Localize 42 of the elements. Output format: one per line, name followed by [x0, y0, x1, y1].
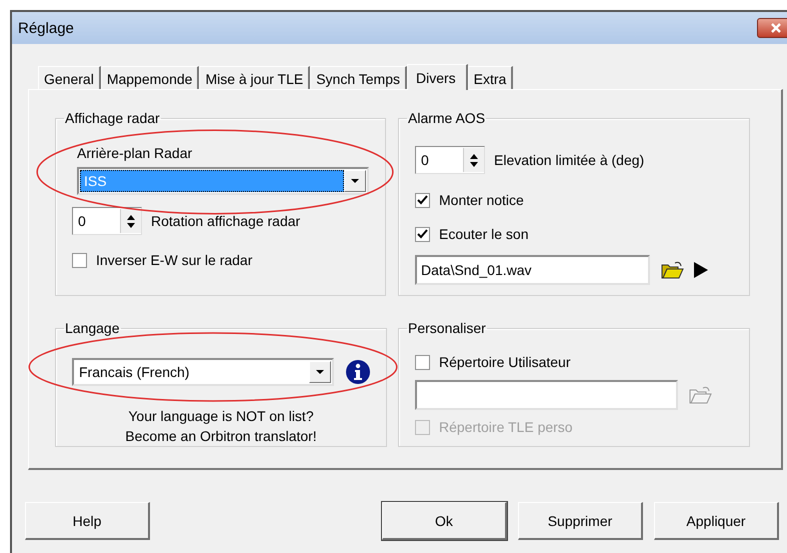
spin-label: Elevation limitée à (deg)	[494, 152, 644, 168]
checkbox-label: Ecouter le son	[439, 226, 528, 242]
tab[interactable]: Extra	[468, 66, 514, 89]
group-title: Alarme AOS	[407, 110, 486, 126]
group-title: Affichage radar	[64, 110, 161, 126]
checkbox[interactable]	[415, 192, 430, 208]
dropdown[interactable]: Francais (French)	[72, 358, 334, 386]
checkbox-label: Répertoire Utilisateur	[439, 354, 570, 370]
tab[interactable]: Divers	[407, 64, 468, 90]
dialog-button[interactable]: Help	[25, 502, 150, 540]
window-title: Réglage	[18, 20, 74, 36]
translator-note: Your language is NOT on list? Become an Orbitron translator!	[124, 407, 318, 446]
tab[interactable]: General	[38, 66, 101, 89]
group-title: Personaliser	[407, 320, 487, 336]
dropdown-arrow-icon[interactable]	[350, 178, 360, 184]
dialog-button[interactable]: Appliquer	[654, 502, 779, 540]
checkbox-label: Monter notice	[439, 192, 524, 208]
tab[interactable]: Mise à jour TLE	[199, 66, 310, 89]
path-field[interactable]	[415, 380, 678, 410]
dialog-button[interactable]: Supprimer	[518, 502, 643, 540]
spin-field[interactable]: 0	[415, 146, 485, 174]
folder-icon[interactable]	[660, 259, 684, 281]
checkbox-label: Répertoire TLE perso	[439, 419, 573, 435]
spin-field[interactable]: 0	[72, 207, 142, 235]
dialog-button[interactable]: Ok	[382, 502, 507, 540]
close-icon[interactable]	[771, 23, 781, 33]
tab[interactable]: Mappemonde	[100, 66, 200, 89]
spin-label: Rotation affichage radar	[151, 213, 300, 229]
dropdown-arrow-icon[interactable]	[315, 369, 325, 375]
close-button[interactable]	[757, 18, 787, 38]
play-icon[interactable]	[694, 262, 708, 278]
tab[interactable]: Synch Temps	[310, 66, 407, 89]
spinner-arrows-icon[interactable]	[126, 214, 136, 228]
checkbox-label: Inverser E-W sur le radar	[96, 252, 252, 268]
checkbox[interactable]	[415, 354, 430, 370]
field-label: Arrière-plan Radar	[77, 145, 194, 161]
checkbox[interactable]	[72, 252, 87, 268]
checkbox[interactable]	[415, 226, 430, 242]
file-field[interactable]: Data\Snd_01.wav	[415, 255, 650, 285]
spinner-arrows-icon[interactable]	[469, 154, 479, 166]
group-title: Langage	[64, 320, 121, 336]
info-icon[interactable]	[346, 360, 370, 384]
